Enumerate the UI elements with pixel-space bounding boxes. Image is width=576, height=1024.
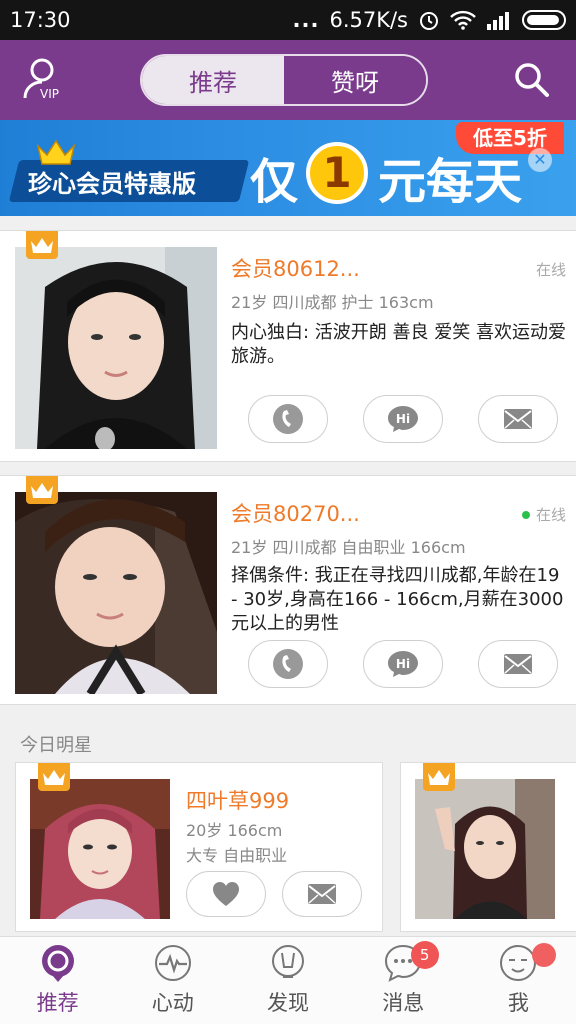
nav-item-profile[interactable]: 我 — [461, 937, 576, 1024]
member-name[interactable]: 会员80612... — [231, 253, 360, 283]
today-stars-title: 今日明星 — [20, 735, 92, 756]
star-info-education-job: 大专 自由职业 — [186, 846, 288, 865]
tab-recommend[interactable]: 推荐 — [142, 56, 284, 104]
star-name[interactable]: 四叶草999 — [186, 785, 289, 815]
member-photo[interactable] — [15, 247, 217, 449]
member-name[interactable]: 会员80270... — [231, 498, 360, 528]
more-dots-icon: ... — [292, 8, 320, 32]
crown-icon — [43, 770, 65, 785]
voice-call-button[interactable] — [248, 395, 328, 443]
vip-label: VIP — [40, 87, 59, 101]
nav-label: 我 — [507, 991, 529, 1015]
bottom-nav: 推荐 心动 发现 消息 5 我 — [0, 936, 576, 1024]
nav-label: 推荐 — [36, 991, 79, 1015]
phone-icon — [273, 404, 303, 434]
phone-icon — [273, 649, 303, 679]
send-message-button[interactable] — [282, 871, 362, 917]
svg-text:Hi: Hi — [396, 657, 410, 671]
mail-icon — [504, 654, 532, 674]
crown-icon — [428, 770, 450, 785]
online-status: 在线 — [536, 259, 566, 280]
discover-icon — [272, 945, 304, 978]
heart-icon — [213, 882, 239, 906]
star-photo[interactable] — [30, 779, 170, 919]
member-photo[interactable] — [15, 492, 217, 694]
banner-close-icon[interactable]: ✕ — [528, 148, 552, 172]
heartbeat-icon — [154, 945, 191, 981]
member-card[interactable]: 会员80612... 在线 21岁 四川成都 护士 163cm 内心独白: 活波… — [0, 230, 576, 462]
vip-button[interactable]: VIP — [22, 56, 72, 106]
svg-text:Hi: Hi — [396, 412, 410, 426]
nav-item-recommend[interactable]: 推荐 — [0, 937, 115, 1024]
hi-bubble-icon: Hi — [388, 651, 418, 677]
search-button[interactable] — [512, 60, 552, 100]
vip-crown-badge — [38, 763, 70, 791]
vip-promo-banner[interactable]: 珍心会员特惠版 仅 1 元每天 低至5折 ✕ — [0, 120, 576, 216]
status-bar: 17:30 ... 6.57K/s — [0, 0, 576, 40]
crown-icon — [31, 483, 53, 498]
network-speed: 6.57K/s — [329, 8, 408, 32]
banner-ribbon-text: 珍心会员特惠版 — [28, 170, 196, 198]
like-button[interactable] — [186, 871, 266, 917]
nav-item-heartbeat[interactable]: 心动 — [115, 937, 230, 1024]
crown-icon — [36, 139, 76, 165]
online-status: 在线 — [521, 504, 566, 525]
send-message-button[interactable] — [478, 395, 558, 443]
crown-icon — [31, 238, 53, 253]
alarm-icon — [420, 12, 438, 30]
star-card[interactable]: 四叶草999 20岁 166cm 大专 自由职业 — [15, 762, 383, 932]
unread-count-badge: 5 — [410, 941, 439, 969]
mail-icon — [308, 884, 336, 904]
wifi-icon — [450, 10, 476, 30]
banner-text-before: 仅 — [250, 154, 299, 210]
new-dot-badge — [531, 943, 556, 967]
search-icon — [515, 63, 549, 97]
vip-crown-badge — [26, 476, 58, 504]
member-info: 21岁 四川成都 护士 163cm — [231, 293, 434, 312]
top-tabs: 推荐 赞呀 — [140, 54, 428, 106]
star-photo[interactable] — [415, 779, 555, 919]
online-status-text: 在线 — [535, 506, 566, 524]
nav-label: 消息 — [382, 991, 425, 1015]
status-time: 17:30 — [10, 8, 71, 32]
tab-zanya[interactable]: 赞呀 — [284, 56, 426, 104]
say-hi-button[interactable]: Hi — [363, 640, 443, 688]
send-message-button[interactable] — [478, 640, 558, 688]
nav-item-discover[interactable]: 发现 — [230, 937, 345, 1024]
online-dot-icon — [521, 510, 530, 519]
hi-bubble-icon: Hi — [388, 406, 418, 432]
online-status-text: 在线 — [535, 261, 566, 279]
banner-price-number: 1 — [306, 142, 368, 204]
vip-crown-badge — [423, 763, 455, 791]
member-card[interactable]: 会员80270... 在线 21岁 四川成都 自由职业 166cm 择偶条件: … — [0, 475, 576, 705]
star-info-age-height: 20岁 166cm — [186, 821, 283, 840]
banner-discount-tag: 低至5折 — [456, 122, 564, 154]
say-hi-button[interactable]: Hi — [363, 395, 443, 443]
voice-call-button[interactable] — [248, 640, 328, 688]
member-description: 内心独白: 活波开朗 善良 爱笑 喜欢运动爱旅游。 — [231, 322, 566, 367]
star-card[interactable] — [400, 762, 576, 932]
mail-icon — [504, 409, 532, 429]
member-info: 21岁 四川成都 自由职业 166cm — [231, 538, 466, 557]
recommend-icon — [41, 945, 74, 982]
battery-icon — [522, 10, 566, 30]
vip-crown-badge — [26, 231, 58, 259]
nav-item-messages[interactable]: 消息 5 — [346, 937, 461, 1024]
nav-label: 心动 — [151, 991, 194, 1015]
signal-icon — [487, 12, 509, 30]
member-description: 择偶条件: 我正在寻找四川成都,年龄在19 - 30岁,身高在166 - 166… — [231, 565, 564, 634]
nav-label: 发现 — [267, 991, 309, 1015]
top-header: VIP 推荐 赞呀 — [0, 40, 576, 120]
